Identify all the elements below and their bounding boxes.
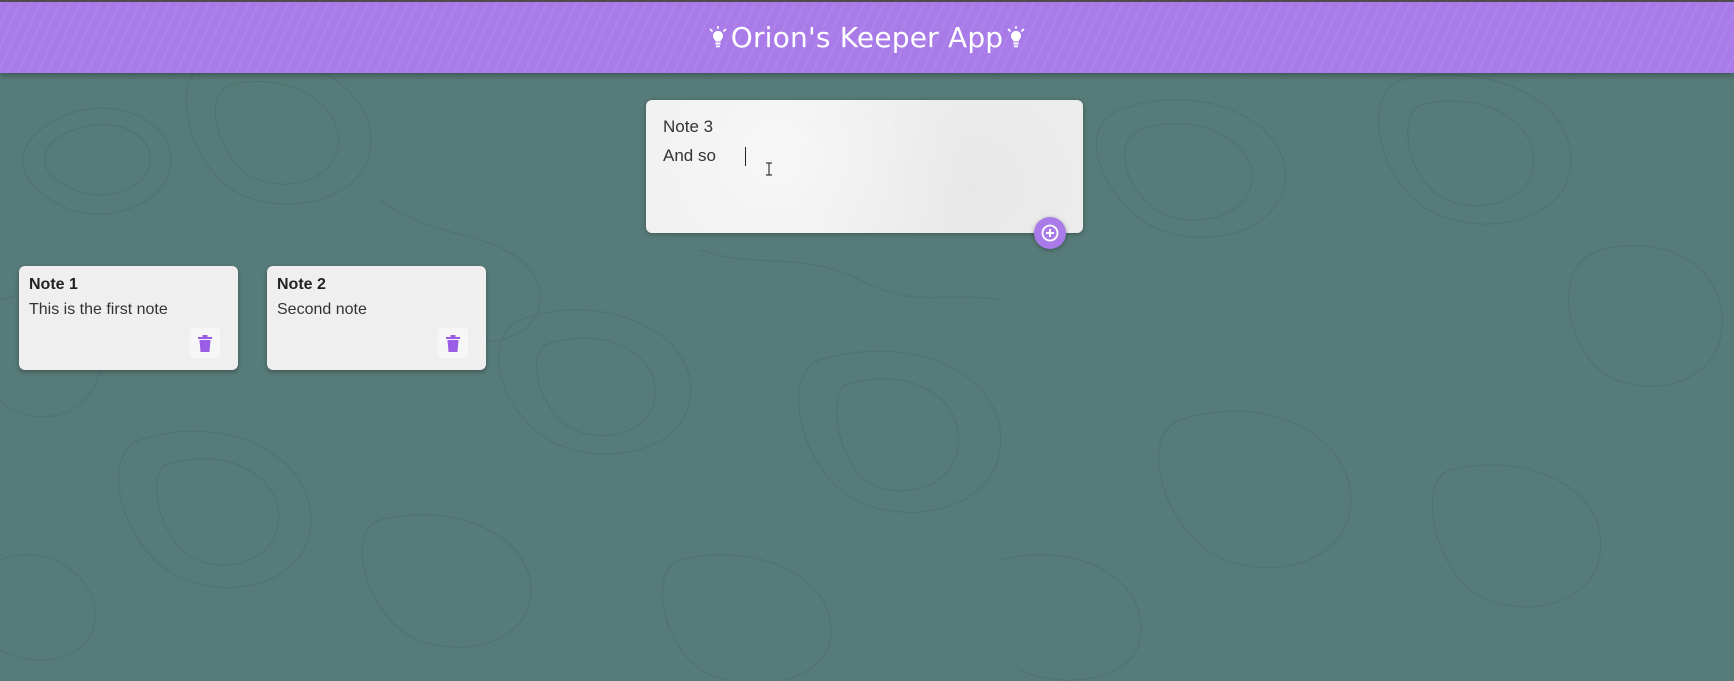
note-card: Note 2 Second note (267, 266, 486, 370)
add-note-button[interactable] (1034, 217, 1066, 249)
note-title: Note 2 (277, 276, 326, 293)
note-content-value: And so (663, 146, 716, 165)
note-content: This is the first note (29, 301, 168, 318)
app-header: Orion's Keeper App (0, 0, 1734, 73)
lightbulb-icon (709, 25, 727, 47)
text-caret (745, 147, 746, 166)
header-title-group: Orion's Keeper App (709, 21, 1026, 54)
lightbulb-icon (1007, 25, 1025, 47)
delete-note-button[interactable] (190, 328, 220, 358)
note-content: Second note (277, 301, 367, 318)
trash-icon (198, 334, 212, 352)
note-card: Note 1 This is the first note (19, 266, 238, 370)
delete-note-button[interactable] (438, 328, 468, 358)
app-title: Orion's Keeper App (730, 21, 1004, 54)
plus-circle-icon (1041, 224, 1059, 242)
create-note-form: Note 3 And so (646, 100, 1083, 233)
note-content-textarea[interactable]: And so (663, 146, 746, 166)
trash-icon (446, 334, 460, 352)
note-title-input[interactable]: Note 3 (663, 117, 713, 137)
note-title: Note 1 (29, 276, 78, 293)
text-cursor-icon (766, 162, 772, 176)
